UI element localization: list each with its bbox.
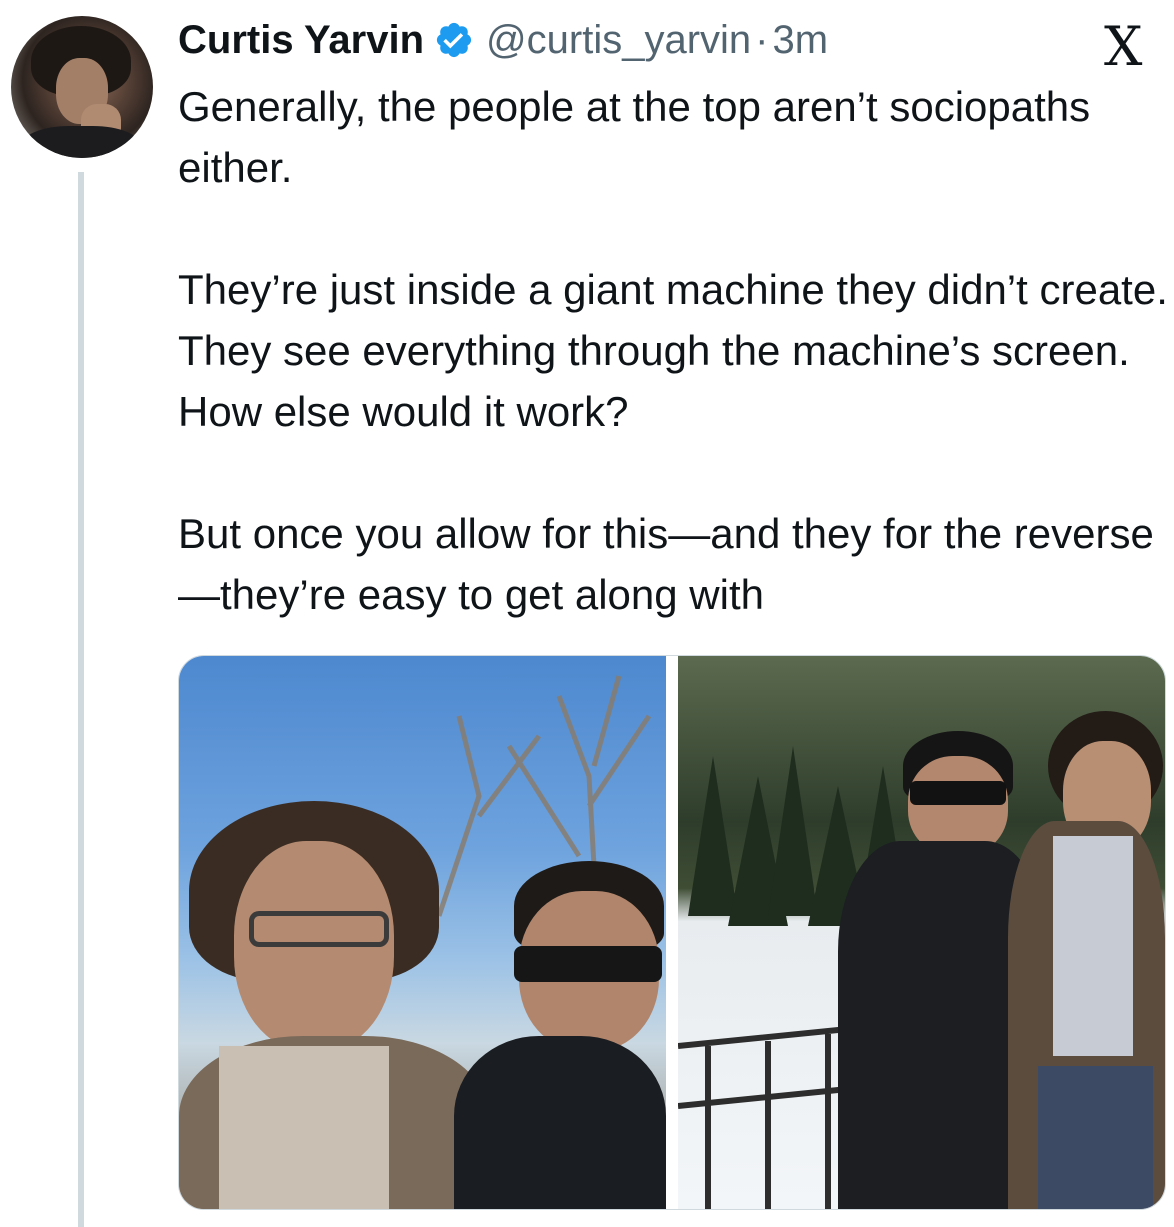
tweet-paragraph: They’re just inside a giant machine they… (178, 266, 1168, 435)
verified-badge-icon (434, 20, 474, 60)
thread-line (78, 172, 84, 1227)
separator-dot: · (755, 17, 769, 62)
photo-right[interactable] (678, 656, 1165, 1209)
avatar[interactable] (11, 16, 153, 158)
post-header: Curtis Yarvin @curtis_yarvin · 3m (178, 14, 828, 66)
media-grid (178, 655, 1166, 1210)
x-logo-icon[interactable]: X (1104, 20, 1142, 74)
author-handle[interactable]: @curtis_yarvin (486, 18, 751, 63)
tweet-text: Generally, the people at the top aren’t … (178, 76, 1168, 625)
author-name[interactable]: Curtis Yarvin (178, 18, 424, 63)
photo-left[interactable] (179, 656, 666, 1209)
tweet-paragraph: Generally, the people at the top aren’t … (178, 83, 1091, 191)
tweet-paragraph: But once you allow for this—and they for… (178, 510, 1154, 618)
post-time[interactable]: 3m (773, 18, 829, 63)
